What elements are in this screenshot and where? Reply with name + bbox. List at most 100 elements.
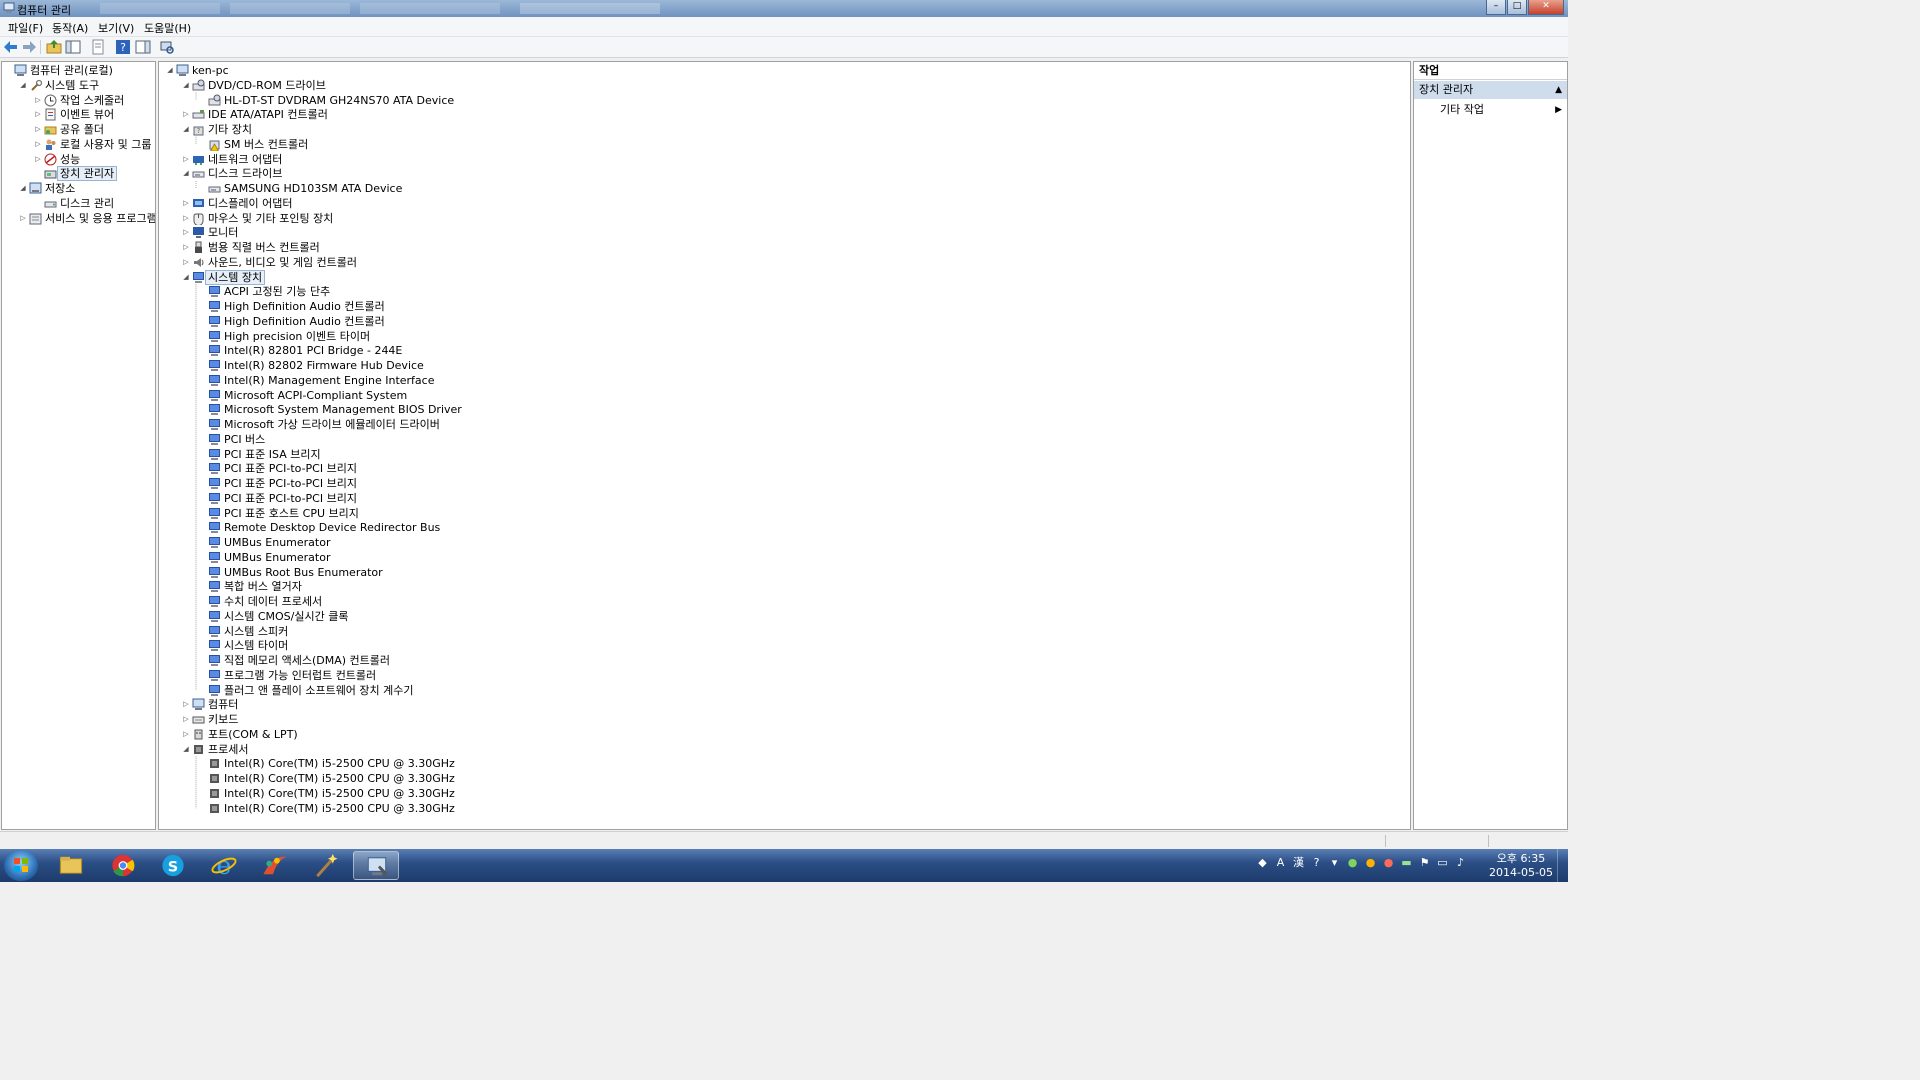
taskbar: Se ◆ A 漢 ? ▾ ● ● ● ▬ ⚑ ▭ ♪ 오후 6:35 2014-…	[0, 849, 1568, 882]
taskbar-app-button[interactable]	[100, 851, 146, 880]
ime-help-icon[interactable]: ?	[1310, 856, 1323, 870]
paint-icon	[263, 856, 287, 875]
title-bar: 컴퓨터 관리 – □ ✕	[0, 0, 1568, 17]
collapsed-arrow-icon[interactable]: ▷	[182, 152, 190, 167]
system-device-icon	[209, 581, 220, 593]
expanded-arrow-icon[interactable]: ◢	[182, 270, 190, 285]
collapsed-arrow-icon[interactable]: ▷	[182, 211, 190, 226]
collapsed-arrow-icon[interactable]: ▷	[34, 93, 42, 108]
collapsed-arrow-icon[interactable]: ▷	[182, 255, 190, 270]
expander-placeholder	[198, 388, 206, 403]
show-hide-console-tree-icon[interactable]	[65, 39, 81, 55]
system-device-icon	[209, 684, 220, 696]
system-device-icon	[209, 433, 220, 445]
taskbar-app-button[interactable]: e	[201, 851, 247, 880]
language-bar-icon[interactable]: ◆	[1256, 856, 1269, 870]
collapsed-arrow-icon[interactable]: ▷	[34, 152, 42, 167]
minimize-button[interactable]: –	[1486, 0, 1506, 15]
system-device-icon	[209, 566, 220, 578]
show-desktop-button[interactable]	[1557, 849, 1568, 882]
volume-icon[interactable]: ♪	[1454, 856, 1467, 870]
console-tree-label: 저장소	[45, 182, 76, 195]
hanja-icon[interactable]: 漢	[1292, 856, 1305, 870]
menu-help[interactable]: 도움말(H)	[144, 20, 191, 36]
device-tree-label: DVD/CD-ROM 드라이브	[208, 78, 326, 92]
tray-app-green-icon[interactable]: ●	[1346, 856, 1359, 870]
tray-app-drive-icon[interactable]: ▬	[1400, 856, 1413, 870]
tray-app-red-icon[interactable]: ●	[1382, 856, 1395, 870]
expander-placeholder	[198, 373, 206, 388]
collapsed-arrow-icon[interactable]: ▷	[182, 712, 190, 727]
properties-icon[interactable]	[90, 39, 106, 55]
taskbar-app-button[interactable]	[303, 851, 349, 880]
taskbar-app-button[interactable]: S	[150, 851, 196, 880]
expander-placeholder	[198, 284, 206, 299]
collapsed-arrow-icon[interactable]: ▷	[182, 107, 190, 122]
svg-text:e: e	[217, 851, 232, 880]
back-arrow-icon[interactable]	[3, 39, 19, 55]
expanded-arrow-icon[interactable]: ◢	[166, 63, 174, 78]
menu-action[interactable]: 동작(A)	[52, 20, 88, 36]
device-tree-label: Microsoft ACPI-Compliant System	[224, 388, 408, 402]
taskbar-app-button[interactable]	[252, 851, 298, 880]
console-tree-label: 시스템 도구	[45, 78, 100, 92]
monitor-icon	[193, 227, 204, 239]
collapsed-arrow-icon[interactable]: ▷	[182, 727, 190, 742]
expander-placeholder	[198, 594, 206, 609]
expander-placeholder	[198, 432, 206, 447]
expanded-arrow-icon[interactable]: ◢	[182, 742, 190, 757]
unknown-device-warning-icon	[209, 140, 220, 151]
actions-section-device-manager[interactable]: 장치 관리자 ▲	[1414, 81, 1567, 99]
device-tree-label: 키보드	[208, 713, 239, 726]
scan-hardware-icon[interactable]	[159, 39, 175, 55]
expanded-arrow-icon[interactable]: ◢	[19, 78, 27, 93]
up-level-icon[interactable]	[46, 39, 62, 55]
expander-placeholder	[198, 476, 206, 491]
collapsed-arrow-icon[interactable]: ▷	[34, 107, 42, 122]
expanded-arrow-icon[interactable]: ◢	[19, 181, 27, 196]
performance-icon	[44, 153, 57, 165]
collapsed-arrow-icon[interactable]: ▷	[19, 211, 27, 226]
menu-file[interactable]: 파일(F)	[8, 20, 43, 36]
expanded-arrow-icon[interactable]: ◢	[182, 122, 190, 137]
console-tree-label: 장치 관리자	[57, 166, 118, 182]
help-icon[interactable]: ?	[115, 39, 131, 55]
device-tree-label: High precision 이벤트 타이머	[224, 329, 371, 343]
collapsed-arrow-icon[interactable]: ▷	[34, 137, 42, 152]
collapsed-arrow-icon[interactable]: ▷	[182, 697, 190, 712]
console-tree-label: 로컬 사용자 및 그룹	[60, 137, 152, 151]
device-tree-label: UMBus Enumerator	[224, 536, 331, 549]
expander-placeholder	[198, 417, 206, 432]
expanded-arrow-icon[interactable]: ◢	[182, 78, 190, 93]
collapsed-arrow-icon[interactable]: ▷	[182, 196, 190, 211]
port-icon	[194, 729, 203, 740]
device-tree-label: 컴퓨터	[208, 698, 239, 712]
action-center-flag-icon[interactable]: ⚑	[1418, 856, 1431, 870]
taskbar-app-button[interactable]	[353, 851, 399, 880]
collapsed-arrow-icon[interactable]: ▷	[34, 122, 42, 137]
maximize-button[interactable]: □	[1507, 0, 1527, 15]
show-hide-action-pane-icon[interactable]	[135, 39, 151, 55]
ime-mode-icon[interactable]: A	[1274, 856, 1287, 870]
clock[interactable]: 오후 6:35 2014-05-05	[1488, 852, 1554, 880]
close-button[interactable]: ✕	[1528, 0, 1564, 15]
expander-placeholder	[198, 299, 206, 314]
menu-view[interactable]: 보기(V)	[98, 20, 134, 36]
more-actions-item[interactable]: 기타 작업 ▶	[1440, 102, 1565, 118]
ime-options-icon[interactable]: ▾	[1328, 856, 1341, 870]
system-device-icon	[209, 492, 220, 504]
expanded-arrow-icon[interactable]: ◢	[182, 166, 190, 181]
expander-placeholder	[198, 329, 206, 344]
network-icon[interactable]: ▭	[1436, 856, 1449, 870]
system-device-icon	[209, 374, 220, 386]
device-tree-label: 디스플레이 어댑터	[208, 196, 293, 210]
collapsed-arrow-icon[interactable]: ▷	[182, 240, 190, 255]
taskbar-app-button[interactable]	[48, 851, 94, 880]
forward-arrow-icon[interactable]	[21, 39, 37, 55]
tray-app-orange-icon[interactable]: ●	[1364, 856, 1377, 870]
system-device-icon	[209, 669, 220, 681]
start-button[interactable]	[4, 850, 38, 881]
collapsed-arrow-icon[interactable]: ▷	[182, 225, 190, 240]
expander-placeholder	[198, 609, 206, 624]
collapse-up-icon[interactable]: ▲	[1555, 81, 1562, 99]
